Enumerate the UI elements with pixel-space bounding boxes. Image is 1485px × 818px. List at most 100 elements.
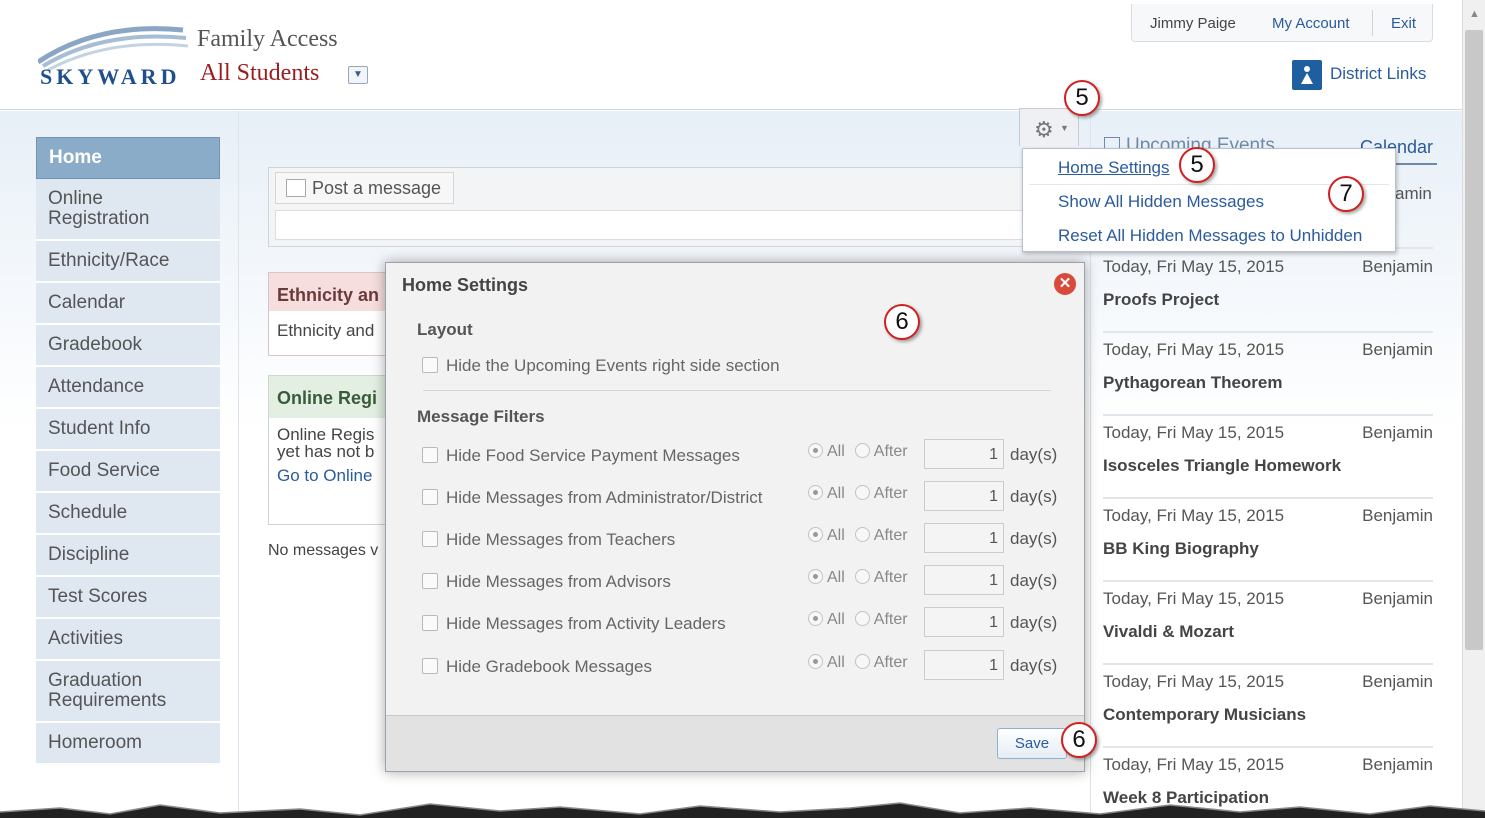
menu-item-show-hidden-messages[interactable]: Show All Hidden Messages: [1058, 192, 1264, 212]
radio-label: All: [827, 569, 845, 586]
event-title[interactable]: Proofs Project: [1103, 290, 1219, 310]
radio-after[interactable]: [854, 443, 870, 458]
sidebar-item-student-info[interactable]: Student Info: [36, 409, 220, 451]
sidebar-item-attendance[interactable]: Attendance: [36, 367, 220, 409]
filter-administrator[interactable]: Hide Messages from Administrator/Distric…: [422, 488, 762, 508]
days-input[interactable]: 1: [924, 650, 1004, 680]
event-date: Today, Fri May 15, 2015: [1103, 257, 1285, 276]
checkbox[interactable]: [422, 615, 438, 631]
post-message-input[interactable]: [275, 210, 1023, 240]
divider: [238, 111, 239, 818]
sidebar-item-homeroom[interactable]: Homeroom: [36, 723, 220, 765]
checkbox[interactable]: [422, 489, 438, 505]
radio-after[interactable]: [854, 654, 870, 669]
event-title[interactable]: Vivaldi & Mozart: [1103, 622, 1234, 642]
sidebar-item-online-registration[interactable]: Online Registration: [36, 179, 220, 241]
checkbox[interactable]: [422, 447, 438, 463]
hide-events-option[interactable]: Hide the Upcoming Events right side sect…: [422, 356, 780, 376]
callout-6: 6: [884, 304, 920, 340]
vertical-scrollbar[interactable]: ▲: [1462, 0, 1485, 818]
event-student: Benjamin: [1362, 672, 1433, 691]
filter-options: All After: [808, 443, 908, 461]
filter-food-service[interactable]: Hide Food Service Payment Messages: [422, 446, 740, 466]
sidebar-item-graduation-requirements[interactable]: Graduation Requirements: [36, 661, 220, 723]
event-student: Benjamin: [1362, 257, 1433, 276]
radio-label: After: [873, 443, 908, 460]
event-row[interactable]: Today, Fri May 15, 2015 Benjamin BB King…: [1103, 500, 1433, 582]
post-message-tab[interactable]: Post a message: [275, 172, 455, 204]
checkbox[interactable]: [422, 357, 438, 373]
radio-all[interactable]: [808, 654, 823, 669]
scrollbar-thumb[interactable]: [1465, 30, 1483, 650]
radio-label: All: [827, 443, 845, 460]
event-row[interactable]: Today, Fri May 15, 2015 Benjamin Isoscel…: [1103, 417, 1433, 499]
days-input[interactable]: 1: [924, 439, 1004, 469]
sidebar-item-home[interactable]: Home: [36, 137, 220, 179]
days-label: day(s): [1010, 445, 1058, 464]
filter-advisors[interactable]: Hide Messages from Advisors: [422, 572, 671, 592]
sidebar-item-discipline[interactable]: Discipline: [36, 535, 220, 577]
save-button[interactable]: Save: [997, 728, 1067, 759]
menu-item-home-settings[interactable]: Home Settings: [1058, 158, 1170, 178]
radio-after[interactable]: [854, 569, 870, 584]
sidebar-item-test-scores[interactable]: Test Scores: [36, 577, 220, 619]
days-input[interactable]: 1: [924, 523, 1004, 553]
callout-5: 5: [1064, 80, 1100, 116]
event-row[interactable]: Today, Fri May 15, 2015 Benjamin Vivaldi…: [1103, 583, 1433, 665]
chevron-down-icon[interactable]: ▼: [348, 66, 368, 84]
sidebar-item-ethnicity-race[interactable]: Ethnicity/Race: [36, 241, 220, 283]
radio-all[interactable]: [808, 569, 823, 584]
event-title[interactable]: BB King Biography: [1103, 539, 1259, 559]
sidebar-item-food-service[interactable]: Food Service: [36, 451, 220, 493]
filter-teachers[interactable]: Hide Messages from Teachers: [422, 530, 675, 550]
radio-all[interactable]: [808, 443, 823, 458]
radio-label: After: [873, 654, 908, 671]
days-label: day(s): [1010, 529, 1058, 548]
student-selector[interactable]: All Students: [200, 60, 319, 87]
radio-all[interactable]: [808, 611, 823, 626]
event-title[interactable]: Pythagorean Theorem: [1103, 373, 1283, 393]
event-row[interactable]: Today, Fri May 15, 2015 Benjamin Proofs …: [1103, 251, 1433, 333]
radio-label: After: [873, 527, 908, 544]
district-links[interactable]: District Links: [1330, 64, 1426, 84]
settings-gear-button[interactable]: ⚙ ▼: [1019, 108, 1079, 146]
sidebar-item-gradebook[interactable]: Gradebook: [36, 325, 220, 367]
post-message-label: Post a message: [312, 178, 442, 198]
days-input[interactable]: 1: [924, 607, 1004, 637]
home-settings-modal: Home Settings ✕ Layout Hide the Upcoming…: [385, 262, 1085, 772]
radio-after[interactable]: [854, 485, 870, 500]
menu-item-reset-hidden-messages[interactable]: Reset All Hidden Messages to Unhidden: [1058, 226, 1362, 246]
event-title[interactable]: Isosceles Triangle Homework: [1103, 456, 1341, 476]
event-row[interactable]: Today, Fri May 15, 2015 Benjamin Pythago…: [1103, 334, 1433, 416]
sidebar-item-schedule[interactable]: Schedule: [36, 493, 220, 535]
modal-title: Home Settings: [402, 275, 529, 295]
sidebar-item-calendar[interactable]: Calendar: [36, 283, 220, 325]
radio-after[interactable]: [854, 527, 870, 542]
checkbox[interactable]: [422, 531, 438, 547]
checkbox-label: Hide Food Service Payment Messages: [446, 446, 740, 465]
radio-all[interactable]: [808, 527, 823, 542]
days-input[interactable]: 1: [924, 481, 1004, 511]
district-links-icon[interactable]: [1292, 60, 1322, 90]
checkbox[interactable]: [422, 658, 438, 674]
exit-link[interactable]: Exit: [1391, 15, 1416, 32]
scroll-up-icon[interactable]: ▲: [1469, 8, 1480, 20]
radio-label: All: [827, 654, 845, 671]
days-input[interactable]: 1: [924, 565, 1004, 595]
checkbox[interactable]: [422, 573, 438, 589]
no-messages-text: No messages v: [268, 542, 379, 559]
checkbox-label: Hide Messages from Advisors: [446, 572, 671, 591]
pencil-icon: [286, 179, 306, 197]
my-account-link[interactable]: My Account: [1272, 15, 1350, 32]
event-title[interactable]: Contemporary Musicians: [1103, 705, 1306, 725]
event-student: amin: [1395, 184, 1432, 203]
event-row[interactable]: Today, Fri May 15, 2015 Benjamin Contemp…: [1103, 666, 1433, 748]
close-icon[interactable]: ✕: [1054, 273, 1076, 295]
radio-all[interactable]: [808, 485, 823, 500]
sidebar-item-activities[interactable]: Activities: [36, 619, 220, 661]
radio-after[interactable]: [854, 611, 870, 626]
filter-gradebook[interactable]: Hide Gradebook Messages: [422, 657, 652, 677]
modal-footer: Save: [386, 715, 1084, 771]
callout-7: 7: [1328, 176, 1364, 212]
filter-activity-leaders[interactable]: Hide Messages from Activity Leaders: [422, 614, 726, 634]
